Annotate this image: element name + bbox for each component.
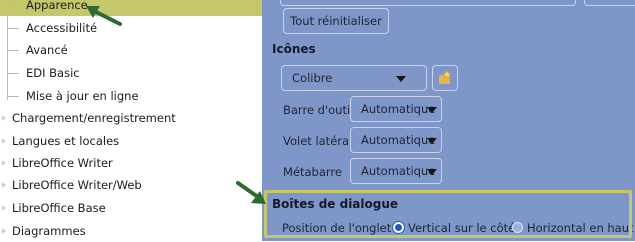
toolbar-value: Automatique <box>361 102 436 116</box>
toolbar-label: Barre d'outils <box>283 103 360 117</box>
expand-icon[interactable] <box>2 228 6 234</box>
chevron-down-icon <box>396 76 406 82</box>
tree-item-label: LibreOffice Base <box>12 201 106 215</box>
tree-connector <box>7 96 19 97</box>
menubar-select[interactable]: Automatique <box>350 158 442 184</box>
tree-connector <box>7 50 19 51</box>
expand-icon[interactable] <box>2 205 6 211</box>
menubar-label: Métabarre <box>283 165 342 179</box>
menubar-value: Automatique <box>361 164 436 178</box>
icons-heading: Icônes <box>272 42 316 56</box>
tree-item-label: Langues et locales <box>12 134 120 148</box>
reset-all-button[interactable]: Tout réinitialiser <box>283 8 389 34</box>
radio-vertical[interactable] <box>393 222 404 233</box>
tree-connector <box>7 73 19 74</box>
tree-item-label: EDI Basic <box>26 66 80 80</box>
tab-position-label: Position de l'onglet : <box>282 221 399 235</box>
star-puzzle-icon <box>439 70 453 84</box>
sidebar-value: Automatique <box>361 133 436 147</box>
tree-connector <box>7 28 19 29</box>
expand-icon[interactable] <box>2 182 6 188</box>
tree-item-label: Apparence <box>26 0 88 12</box>
arrow-icon <box>86 6 122 26</box>
chevron-down-icon <box>427 169 437 175</box>
expand-icon[interactable] <box>2 115 6 121</box>
radio-vertical-label: Vertical sur le côté <box>408 221 516 235</box>
expand-icon[interactable] <box>2 138 6 144</box>
sidebar-select[interactable]: Automatique <box>350 127 442 153</box>
radio-horizontal[interactable] <box>512 222 523 233</box>
tree-item-edi-basic[interactable]: EDI Basic <box>0 62 262 84</box>
appearance-panel: Tout réinitialiser Icônes Colibre Barre … <box>262 0 635 241</box>
toolbar-select[interactable]: Automatique <box>350 96 442 122</box>
tree-item-label: LibreOffice Writer <box>12 156 113 170</box>
chevron-down-icon <box>427 138 437 144</box>
expand-icon[interactable] <box>2 160 6 166</box>
tree-item-label: Diagrammes <box>12 224 86 238</box>
cut-off-combo[interactable] <box>280 0 576 6</box>
tree-item-label: Mise à jour en ligne <box>26 89 139 103</box>
sidebar-label: Volet latéral <box>283 134 353 148</box>
chevron-down-icon <box>427 107 437 113</box>
tree-item-mise-a-jour[interactable]: Mise à jour en ligne <box>0 85 262 107</box>
tree-item-accessibilite[interactable]: Accessibilité <box>0 17 262 39</box>
tree-item-label: LibreOffice Writer/Web <box>12 178 142 192</box>
tree-item-avance[interactable]: Avancé <box>0 39 262 61</box>
tree-item-label: Chargement/enregistrement <box>12 111 176 125</box>
icon-theme-select[interactable]: Colibre <box>281 65 427 91</box>
add-icon-theme-button[interactable] <box>432 65 458 91</box>
radio-horizontal-label: Horizontal en haut <box>527 221 634 235</box>
options-tree: Apparence Accessibilité Avancé EDI Basic… <box>0 0 262 241</box>
cut-off-combo[interactable] <box>584 0 635 6</box>
dialogs-heading: Boîtes de dialogue <box>272 197 399 211</box>
icon-theme-value: Colibre <box>292 71 333 85</box>
tree-item-apparence[interactable]: Apparence <box>0 0 262 16</box>
arrow-icon <box>236 181 266 204</box>
tree-connector <box>7 5 19 6</box>
tree-item-label: Avancé <box>26 43 68 57</box>
